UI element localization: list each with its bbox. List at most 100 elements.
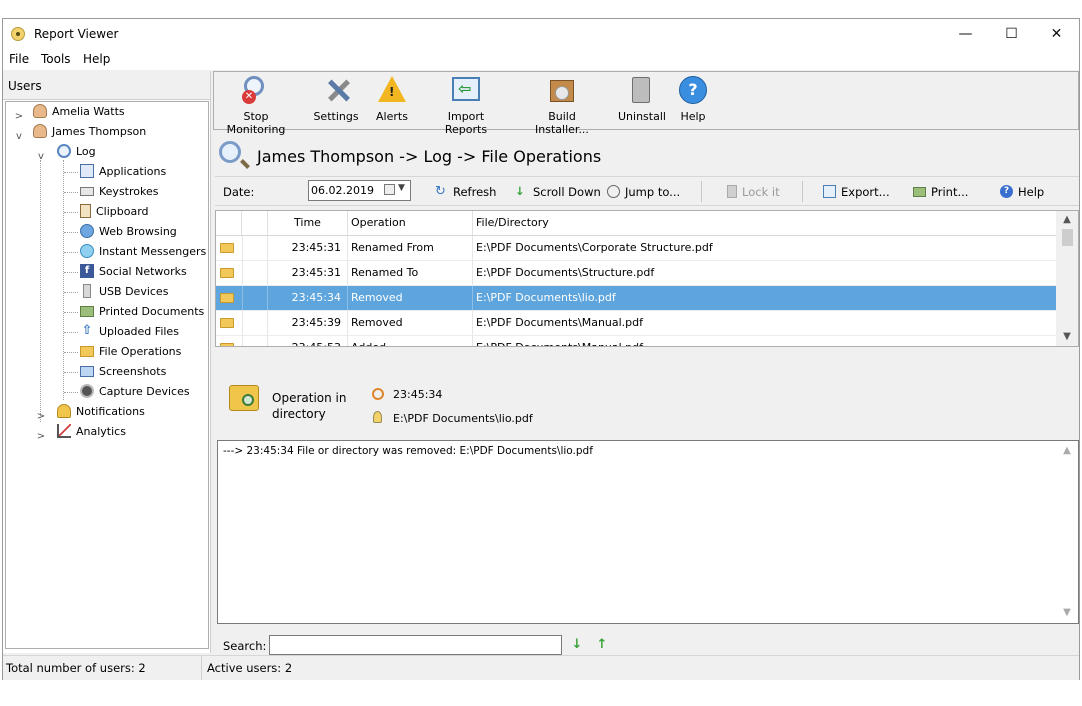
close-button[interactable]: ✕ xyxy=(1034,19,1079,49)
table-row[interactable]: 23:45:39 Removed E:\PDF Documents\Manual… xyxy=(216,311,1056,336)
col-file-directory[interactable]: File/Directory xyxy=(473,211,1056,235)
expand-notifications-icon[interactable]: > xyxy=(35,411,47,422)
scroll-down-icon[interactable]: ▼ xyxy=(1056,331,1078,342)
col-operation[interactable]: Operation xyxy=(348,211,473,235)
tree-user-james[interactable]: James Thompson xyxy=(33,122,146,142)
import-reports-button[interactable]: ⇦ Import Reports xyxy=(427,74,505,136)
tree-user-amelia[interactable]: Amelia Watts xyxy=(33,102,125,122)
tree-keystrokes[interactable]: Keystrokes xyxy=(80,182,158,202)
import-icon: ⇦ xyxy=(450,74,482,106)
tree-file-operations[interactable]: File Operations xyxy=(80,342,181,362)
scroll-down-icon[interactable]: ▼ xyxy=(1056,607,1078,618)
date-picker[interactable]: 06.02.2019 ▼ xyxy=(308,180,411,201)
tree-printed-documents[interactable]: Printed Documents xyxy=(80,302,204,322)
toolbar-help-button[interactable]: ? Help xyxy=(676,74,710,128)
total-users-status: Total number of users: 2 xyxy=(6,661,146,675)
chart-icon xyxy=(57,424,71,438)
page-title: James Thompson -> Log -> File Operations xyxy=(257,147,602,166)
user-icon xyxy=(33,104,47,118)
search-bar: Search: ↓ ↑ xyxy=(215,628,1079,655)
users-tree[interactable]: > Amelia Watts v James Thompson v Log Ap… xyxy=(5,101,209,649)
menu-help[interactable]: Help xyxy=(83,52,110,66)
bell-icon xyxy=(57,404,71,418)
scroll-up-icon[interactable]: ▲ xyxy=(1056,214,1078,225)
monitor-icon xyxy=(80,365,94,377)
tree-social-networks[interactable]: f Social Networks xyxy=(80,262,187,282)
search-input[interactable] xyxy=(269,635,562,655)
alerts-button[interactable]: ! Alerts xyxy=(373,74,411,128)
stop-monitoring-icon: ✕ xyxy=(240,74,272,106)
tools-icon xyxy=(320,74,352,106)
maximize-button[interactable]: ☐ xyxy=(989,19,1034,49)
scroll-down-button[interactable]: ↓ Scroll Down xyxy=(515,184,601,200)
clipboard-icon xyxy=(80,204,91,218)
collapse-log-icon[interactable]: v xyxy=(35,151,47,162)
search-label: Search: xyxy=(223,639,267,653)
operation-detail: Operation in directory 23:45:34 E:\PDF D… xyxy=(215,371,1079,439)
warning-icon: ! xyxy=(376,74,408,106)
jump-to-button[interactable]: Jump to... xyxy=(607,185,680,199)
scroll-up-icon[interactable]: ▲ xyxy=(1056,445,1078,456)
table-row-selected[interactable]: 23:45:34 Removed E:\PDF Documents\lio.pd… xyxy=(216,286,1056,311)
folder-icon xyxy=(80,345,94,357)
export-button[interactable]: Export... xyxy=(823,185,890,199)
window-icon xyxy=(80,164,94,178)
app-icon xyxy=(11,27,25,41)
folder-search-icon xyxy=(229,385,259,411)
log-text-area[interactable]: ---> 23:45:34 File or directory was remo… xyxy=(217,440,1079,624)
table-row[interactable]: 23:45:31 Renamed From E:\PDF Documents\C… xyxy=(216,236,1056,261)
tree-analytics[interactable]: Analytics xyxy=(57,422,126,442)
tree-applications[interactable]: Applications xyxy=(80,162,166,182)
clock-icon xyxy=(607,185,620,198)
print-button[interactable]: Print... xyxy=(913,185,968,199)
menu-tools[interactable]: Tools xyxy=(41,52,71,66)
menu-bar: File Tools Help xyxy=(3,49,1079,70)
folder-icon xyxy=(220,293,234,303)
search-previous-icon[interactable]: ↑ xyxy=(595,638,609,652)
users-panel: Users > Amelia Watts v James Thompson v … xyxy=(3,71,211,653)
tree-web-browsing[interactable]: Web Browsing xyxy=(80,222,177,242)
table-header: Time Operation File/Directory xyxy=(216,211,1056,236)
arrow-down-icon: ↓ xyxy=(515,184,525,198)
table-scrollbar[interactable]: ▲ ▼ xyxy=(1056,211,1078,346)
search-next-icon[interactable]: ↓ xyxy=(570,638,584,652)
minimize-button[interactable]: — xyxy=(943,19,988,49)
file-operations-table[interactable]: Time Operation File/Directory 23:45:31 R… xyxy=(215,210,1079,347)
tree-instant-messengers[interactable]: Instant Messengers xyxy=(80,242,206,262)
table-row[interactable]: 23:45:31 Renamed To E:\PDF Documents\Str… xyxy=(216,261,1056,286)
uninstall-button[interactable]: Uninstall xyxy=(618,74,666,128)
tree-clipboard[interactable]: Clipboard xyxy=(80,202,149,222)
table-row[interactable]: 23:45:53 Added E:\PDF Documents\Manual.p… xyxy=(216,336,1056,346)
menu-file[interactable]: File xyxy=(9,52,29,66)
settings-button[interactable]: Settings xyxy=(312,74,360,128)
scroll-thumb[interactable] xyxy=(1062,229,1073,246)
refresh-button[interactable]: ↻ Refresh xyxy=(435,185,496,199)
folder-icon xyxy=(220,243,234,253)
alarm-clock-icon xyxy=(372,388,384,400)
help-circle-icon: ? xyxy=(677,74,709,106)
col-time[interactable]: Time xyxy=(268,211,348,235)
stop-monitoring-button[interactable]: ✕ Stop Monitoring xyxy=(217,74,295,136)
expand-analytics-icon[interactable]: > xyxy=(35,431,47,442)
tree-screenshots[interactable]: Screenshots xyxy=(80,362,166,382)
tree-usb-devices[interactable]: USB Devices xyxy=(80,282,168,302)
trash-icon xyxy=(624,74,656,106)
filter-help-button[interactable]: ? Help xyxy=(1000,185,1044,199)
folder-icon xyxy=(220,343,234,346)
folder-icon xyxy=(220,268,234,278)
printer-icon xyxy=(913,186,926,197)
collapse-james-icon[interactable]: v xyxy=(13,131,25,142)
build-installer-button[interactable]: Build Installer... xyxy=(521,74,603,136)
messenger-icon xyxy=(80,244,94,258)
main-toolbar: ✕ Stop Monitoring Settings ! Alerts ⇦ Im… xyxy=(213,71,1079,136)
tree-capture-devices[interactable]: Capture Devices xyxy=(80,382,190,402)
globe-icon xyxy=(80,224,94,238)
expand-amelia-icon[interactable]: > xyxy=(13,111,25,122)
tree-log[interactable]: Log xyxy=(57,142,96,162)
tree-notifications[interactable]: Notifications xyxy=(57,402,145,422)
detail-title-line1: Operation in xyxy=(272,391,347,405)
lock-button[interactable]: Lock it xyxy=(727,185,780,199)
title-bar: Report Viewer — ☐ ✕ xyxy=(3,19,1079,49)
keyboard-icon xyxy=(80,186,94,196)
tree-uploaded-files[interactable]: ⇧ Uploaded Files xyxy=(80,322,179,342)
